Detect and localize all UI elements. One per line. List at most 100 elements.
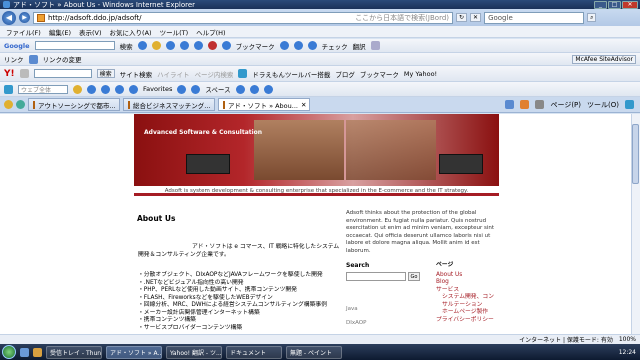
- taskbar-item-thunderbird[interactable]: 受信トレイ - Thun...: [46, 345, 102, 359]
- menu-file[interactable]: ファイル(F): [6, 27, 41, 37]
- google-tool-icon[interactable]: [207, 41, 217, 50]
- print-icon[interactable]: [535, 99, 545, 109]
- google-bookmarks-button[interactable]: ブックマーク: [236, 41, 275, 51]
- home-icon[interactable]: [505, 99, 515, 109]
- google-tool-icon[interactable]: [307, 41, 317, 50]
- tab-title: アウトソーシングで都市...: [38, 101, 116, 110]
- menu-edit[interactable]: 編集(E): [49, 27, 71, 37]
- toolbar-icon[interactable]: [249, 84, 259, 94]
- search-field[interactable]: Google: [484, 11, 585, 24]
- tab-adsoft-about[interactable]: アド・ソフト » Abou... ✕: [218, 98, 310, 111]
- security-zone[interactable]: インターネット | 保護モード: 有効: [519, 335, 613, 344]
- taskbar-item-ie[interactable]: アド・ソフト » A...: [106, 345, 162, 359]
- refresh-button[interactable]: ↻: [456, 13, 468, 22]
- quicklaunch-icon[interactable]: [20, 347, 29, 357]
- favorites-toolbar: ウェブ全体 Favorites スペース: [0, 82, 640, 97]
- toolbar-icon[interactable]: [101, 84, 110, 94]
- category-link[interactable]: DIxAOP: [346, 320, 366, 326]
- google-tool-icon[interactable]: [279, 41, 289, 50]
- blog-button[interactable]: ブログ: [335, 69, 355, 79]
- forward-button[interactable]: ▶: [19, 12, 30, 23]
- yahoo-search-input[interactable]: [33, 69, 92, 78]
- minimize-button[interactable]: _: [594, 0, 607, 9]
- doraemon-icon[interactable]: [238, 69, 248, 78]
- search-icon[interactable]: ⌕: [587, 13, 597, 22]
- taskbar-clock[interactable]: 12:24: [619, 349, 640, 356]
- tab-favicon-icon: [33, 100, 35, 109]
- favorites-button[interactable]: Favorites: [143, 85, 172, 93]
- toolbar-icon[interactable]: [191, 84, 201, 94]
- google-tool-icon[interactable]: [179, 41, 189, 50]
- tab-close-icon[interactable]: ✕: [301, 101, 306, 109]
- toolbar-icon[interactable]: [177, 84, 187, 94]
- scrollbar-thumb[interactable]: [632, 124, 639, 184]
- page-link-homepage[interactable]: ホームページ製作: [436, 309, 499, 317]
- toolbar-icon[interactable]: [115, 84, 124, 94]
- menu-favorites[interactable]: お気に入り(A): [110, 27, 152, 37]
- favorites-center-icon[interactable]: [4, 100, 13, 109]
- list-item: ・携帯コンテンツ構築: [138, 317, 196, 323]
- site-search-input[interactable]: [346, 272, 406, 281]
- web-search-input[interactable]: ウェブ全体: [18, 84, 68, 94]
- close-button[interactable]: ✕: [622, 0, 638, 9]
- page-search-button[interactable]: ページ内検索: [195, 69, 234, 79]
- tab-outsourcing[interactable]: アウトソーシングで都市...: [28, 98, 120, 111]
- add-favorite-icon[interactable]: [16, 100, 25, 109]
- yahoo-search-button[interactable]: 検索: [96, 69, 115, 78]
- maximize-button[interactable]: □: [608, 0, 621, 9]
- tools-menu-button[interactable]: ツール(O): [587, 100, 619, 110]
- menu-tools[interactable]: ツール(T): [160, 27, 189, 37]
- links-change-button[interactable]: リンクの変更: [43, 54, 82, 64]
- back-button[interactable]: ◀: [2, 10, 16, 25]
- google-tool-icon[interactable]: [293, 41, 303, 50]
- doraemon-toolbar-button[interactable]: ドラえもんツールバー搭載: [252, 69, 330, 79]
- menu-view[interactable]: 表示(V): [79, 27, 102, 37]
- help-icon[interactable]: [625, 99, 634, 109]
- google-search-button[interactable]: 検索: [120, 41, 133, 51]
- site-brand: Advanced Software & Consultation: [144, 129, 263, 136]
- page-link-about[interactable]: About Us: [436, 272, 499, 280]
- page-link-system-dev[interactable]: システム開発、コンサルテーション: [436, 294, 499, 309]
- star-icon[interactable]: [73, 84, 82, 94]
- menu-help[interactable]: ヘルプ(H): [196, 27, 225, 37]
- translate-hint[interactable]: ここから日本語で検索(JBord): [355, 13, 449, 23]
- toolbar-icon[interactable]: [263, 84, 273, 94]
- taskbar-item-yahoo-translate[interactable]: Yahoo! 翻訳 - ツ...: [166, 345, 222, 359]
- google-tool-icon[interactable]: [151, 41, 161, 50]
- page-link-service[interactable]: サービス: [436, 287, 499, 295]
- myyahoo-button[interactable]: My Yahoo!: [404, 70, 437, 78]
- google-tool-icon[interactable]: [165, 41, 175, 50]
- quicklaunch-icon[interactable]: [33, 347, 42, 357]
- highlight-button[interactable]: ハイライト: [157, 69, 189, 79]
- toolbar-icon[interactable]: [235, 84, 245, 94]
- page-link-privacy[interactable]: プライバシーポリシー: [436, 317, 499, 325]
- space-button[interactable]: スペース: [205, 84, 230, 94]
- tab-business-matching[interactable]: 総合ビジネスマッチング...: [123, 98, 215, 111]
- start-button[interactable]: [2, 345, 16, 359]
- page-link-blog[interactable]: Blog: [436, 279, 499, 287]
- page-menu-button[interactable]: ページ(P): [550, 100, 581, 110]
- google-check-button[interactable]: チェック: [322, 41, 348, 51]
- pencil-icon[interactable]: [19, 69, 29, 78]
- pages-widget: ページ About Us Blog サービス システム開発、コンサルテーション …: [436, 262, 499, 324]
- google-tool-icon[interactable]: [221, 41, 231, 50]
- site-favicon-icon: [37, 13, 45, 22]
- google-tool-icon[interactable]: [193, 41, 203, 50]
- feeds-icon[interactable]: [520, 99, 530, 109]
- wrench-icon[interactable]: [370, 41, 380, 50]
- google-translate-button[interactable]: 翻訳: [353, 41, 366, 51]
- google-search-input[interactable]: [34, 41, 115, 50]
- taskbar-item-documents[interactable]: ドキュメント: [226, 345, 282, 359]
- site-search-button[interactable]: サイト検索: [120, 69, 153, 79]
- toolbar-icon[interactable]: [87, 84, 96, 94]
- yahoo-bookmark-button[interactable]: ブックマーク: [360, 69, 399, 79]
- stop-button[interactable]: ✕: [470, 13, 482, 22]
- mcafee-button[interactable]: McAfee SiteAdvisor: [572, 54, 636, 64]
- category-link[interactable]: Java: [346, 306, 358, 312]
- zoom-level[interactable]: 100%: [619, 336, 640, 343]
- url-field[interactable]: http://adsoft.ddo.jp/adsoft/ ここから日本語で検索(…: [33, 11, 453, 24]
- taskbar-item-paint[interactable]: 無題 - ペイント: [286, 345, 342, 359]
- site-search-button[interactable]: Go: [408, 272, 420, 281]
- toolbar-icon[interactable]: [129, 84, 138, 94]
- google-tool-icon[interactable]: [137, 41, 147, 50]
